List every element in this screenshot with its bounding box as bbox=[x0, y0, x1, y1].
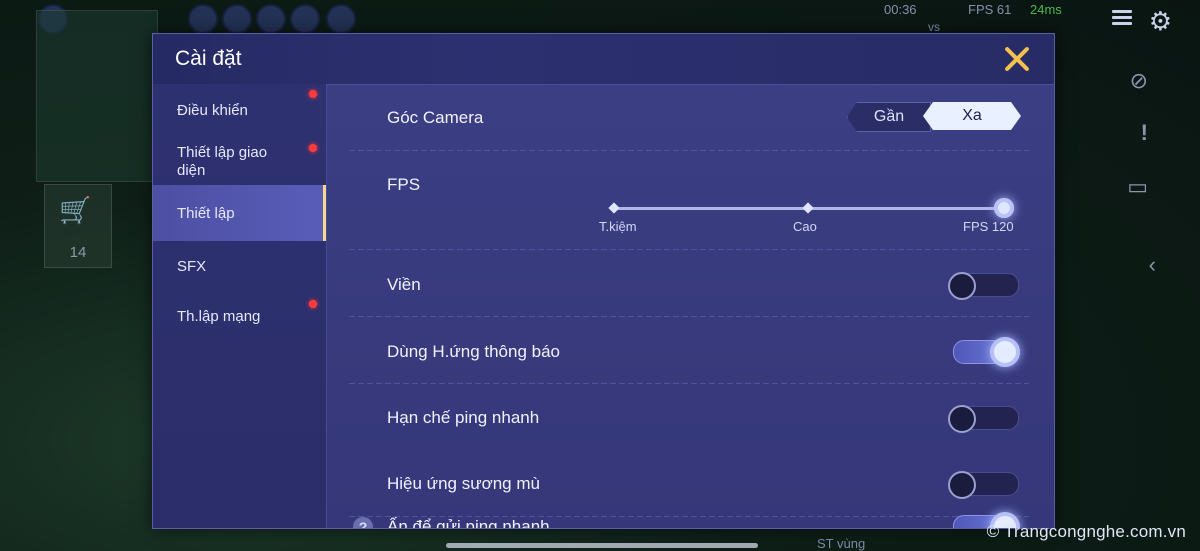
fog-toggle[interactable] bbox=[948, 471, 1019, 499]
toggle-knob bbox=[948, 405, 976, 433]
hero-avatar-icon bbox=[256, 4, 286, 34]
border-toggle[interactable] bbox=[948, 272, 1019, 300]
fps-option-label[interactable]: Cao bbox=[793, 219, 817, 234]
hero-avatar-icon bbox=[326, 4, 356, 34]
sidebar-item-interface[interactable]: Thiết lập giao diện bbox=[153, 138, 326, 184]
slider-thumb[interactable] bbox=[994, 198, 1014, 218]
ping-readout: 24ms bbox=[1030, 2, 1062, 17]
toggle-knob bbox=[948, 471, 976, 499]
fps-slider[interactable]: T.kiệm Cao FPS 120 bbox=[599, 198, 1014, 245]
sidebar-item-settings[interactable]: Thiết lập bbox=[153, 185, 326, 241]
settings-sidebar: Điều khiển Thiết lập giao diện Thiết lập… bbox=[153, 84, 327, 528]
sidebar-item-label: SFX bbox=[177, 258, 207, 275]
sidebar-item-label: Thiết lập bbox=[177, 205, 235, 222]
menu-icon[interactable] bbox=[1112, 10, 1132, 26]
camera-label: Góc Camera bbox=[387, 108, 484, 127]
fps-readout: FPS 61 bbox=[968, 2, 1012, 17]
background-label: ST vùng bbox=[817, 536, 866, 551]
quick-ping-limit-row: Hạn chế ping nhanh bbox=[327, 384, 1054, 450]
gear-icon[interactable]: ⚙ bbox=[1149, 6, 1172, 37]
border-row: Viền bbox=[327, 250, 1054, 316]
notify-effect-toggle[interactable] bbox=[953, 337, 1020, 367]
send-ping-row: ? Ấn để gửi ping nhanh bbox=[327, 512, 1054, 529]
chevron-left-icon[interactable]: ‹ bbox=[1149, 252, 1156, 278]
fps-option-label[interactable]: FPS 120 bbox=[963, 219, 1014, 234]
notification-dot bbox=[309, 144, 317, 152]
camera-far-button[interactable]: Xa bbox=[923, 102, 1021, 130]
help-icon[interactable]: ? bbox=[353, 517, 373, 528]
shop-count: 14 bbox=[69, 244, 87, 261]
alert-icon[interactable]: ! bbox=[1141, 120, 1148, 146]
sidebar-item-sfx[interactable]: SFX bbox=[153, 244, 326, 294]
sidebar-item-label: Th.lập mạng bbox=[177, 308, 261, 325]
watermark: © Trangcongnghe.com.vn bbox=[986, 522, 1186, 541]
shop-button[interactable]: 🛒 14 bbox=[44, 184, 112, 268]
hero-avatar-icon bbox=[222, 4, 252, 34]
fog-row: Hiệu ứng sương mù bbox=[327, 450, 1054, 516]
home-indicator bbox=[446, 543, 758, 548]
match-timer: 00:36 bbox=[884, 2, 917, 17]
camera-near-button[interactable]: Gần bbox=[847, 102, 931, 132]
border-label: Viền bbox=[387, 275, 421, 294]
vs-label: vs bbox=[928, 20, 940, 34]
game-hud: 00:36 FPS 61 24ms vs ⚙ bbox=[0, 0, 1200, 37]
minimap[interactable] bbox=[36, 10, 158, 182]
send-ping-label: Ấn để gửi ping nhanh bbox=[387, 517, 550, 529]
notification-dot bbox=[309, 300, 317, 308]
toggle-knob bbox=[990, 337, 1020, 367]
camera-segmented-control: Gần Xa bbox=[847, 102, 1021, 132]
settings-dialog: Cài đặt Điều khiển Thiết lập giao diện T… bbox=[152, 33, 1055, 529]
toggle-knob bbox=[948, 272, 976, 300]
camera-row: Góc Camera Gần Xa bbox=[327, 84, 1054, 148]
dialog-header: Cài đặt bbox=[153, 34, 1054, 85]
notify-effect-row: Dùng H.ứng thông báo bbox=[327, 317, 1054, 383]
hero-avatar-icon bbox=[290, 4, 320, 34]
fog-label: Hiệu ứng sương mù bbox=[387, 474, 540, 493]
sidebar-item-label: Thiết lập giao diện bbox=[177, 144, 268, 179]
settings-content: Góc Camera Gần Xa FPS T.kiệm Cao FPS 120… bbox=[327, 84, 1054, 528]
active-indicator bbox=[323, 185, 326, 241]
sidebar-item-network[interactable]: Th.lập mạng bbox=[153, 294, 326, 344]
sidebar-item-controls[interactable]: Điều khiển bbox=[153, 84, 326, 134]
close-icon[interactable] bbox=[1002, 44, 1032, 74]
quick-ping-limit-toggle[interactable] bbox=[948, 405, 1019, 433]
cart-icon: 🛒 bbox=[59, 195, 92, 225]
sidebar-item-label: Điều khiển bbox=[177, 102, 248, 119]
fps-option-label[interactable]: T.kiệm bbox=[599, 219, 637, 234]
notification-dot bbox=[309, 90, 317, 98]
chat-icon[interactable]: ▭ bbox=[1127, 174, 1148, 200]
quick-ping-limit-label: Hạn chế ping nhanh bbox=[387, 408, 540, 427]
hero-avatar-icon bbox=[188, 4, 218, 34]
fps-label: FPS bbox=[387, 175, 421, 194]
slider-tick bbox=[802, 202, 814, 214]
link-icon[interactable]: ⊘ bbox=[1130, 68, 1148, 94]
dialog-title: Cài đặt bbox=[175, 47, 242, 70]
notify-effect-label: Dùng H.ứng thông báo bbox=[387, 342, 561, 361]
